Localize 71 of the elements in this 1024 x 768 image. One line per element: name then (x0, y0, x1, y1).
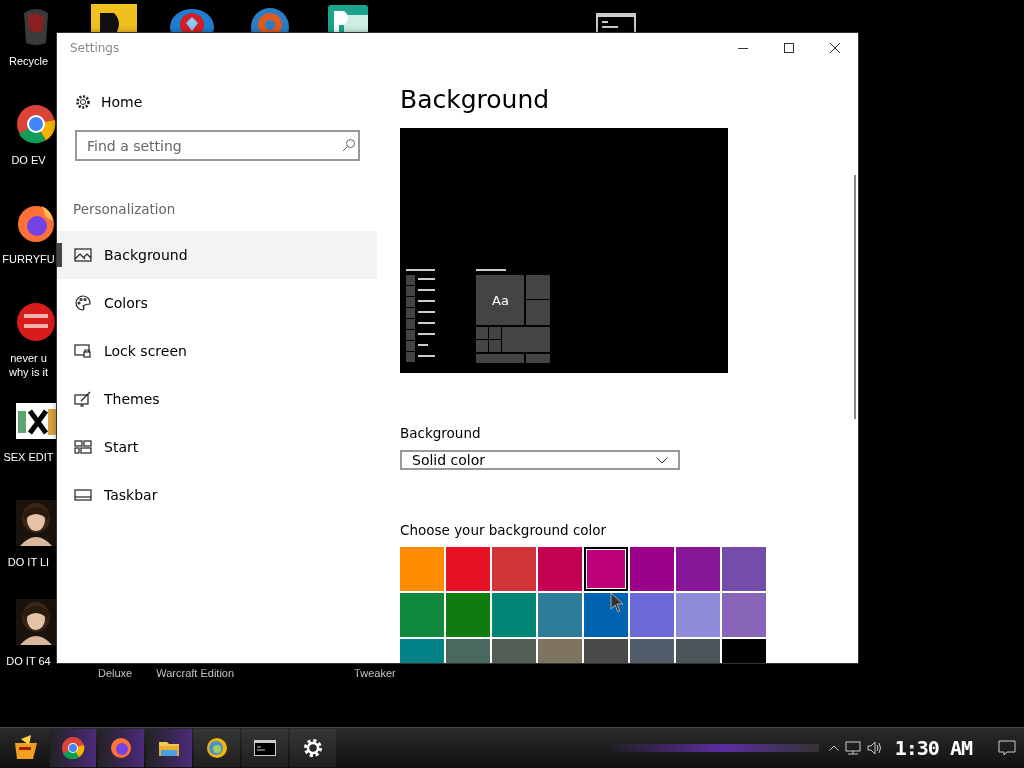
desktop-icon-label: Deluxe (98, 667, 133, 679)
window-title: Settings (70, 41, 121, 55)
selection-indicator (57, 243, 62, 267)
start-icon (74, 439, 92, 455)
desktop-icon-label: DO IT 64 (6, 654, 51, 668)
nav-item[interactable]: Lock screen (57, 327, 377, 375)
themes-icon (74, 391, 92, 407)
console-icon[interactable] (594, 13, 638, 33)
circle-logo-icon[interactable] (15, 302, 56, 342)
page-title: Background (400, 85, 551, 114)
edge-icon[interactable] (194, 729, 240, 767)
color-swatch[interactable] (584, 547, 628, 591)
nav-item[interactable]: Background (57, 231, 377, 279)
color-swatch[interactable] (446, 547, 490, 591)
color-swatch[interactable] (446, 593, 490, 637)
desktop-icon-label: DO IT LI (7, 555, 50, 569)
console-taskbar-icon[interactable] (242, 729, 288, 767)
lock-screen-icon (74, 343, 92, 359)
folder-icon[interactable] (146, 729, 192, 767)
network-icon[interactable] (844, 741, 861, 755)
chevron-icon (656, 456, 668, 464)
chrome-taskbar-icon[interactable] (50, 729, 96, 767)
color-swatch[interactable] (400, 547, 444, 591)
color-swatch[interactable] (676, 593, 720, 637)
palette-icon (74, 295, 92, 311)
color-swatch[interactable] (538, 593, 582, 637)
nav-item[interactable]: Themes (57, 375, 377, 423)
nav-item[interactable]: Colors (57, 279, 377, 327)
desktop-icon-label: DO EV (11, 153, 46, 167)
taskbar-icon (74, 487, 92, 503)
caret-icon[interactable] (828, 745, 839, 751)
desktop-icon-label: FURRYFU (2, 252, 55, 266)
color-swatch[interactable] (584, 593, 628, 637)
chrome-icon[interactable] (15, 104, 56, 144)
search-icon (342, 138, 356, 152)
hex-editor-icon[interactable] (15, 401, 56, 441)
pointer-icon (610, 592, 624, 614)
firefox-taskbar-icon[interactable] (98, 729, 144, 767)
settings-icon[interactable] (290, 729, 336, 767)
color-swatch[interactable] (538, 547, 582, 591)
color-swatch[interactable] (722, 547, 766, 591)
notification-icon[interactable] (998, 740, 1016, 756)
field-label: Background (400, 425, 482, 441)
clock[interactable]: 1:30 AM (894, 736, 972, 760)
home-link[interactable]: Home (75, 94, 143, 110)
nav-item[interactable]: Start (57, 423, 377, 471)
desktop-icon-label: Recycle (8, 54, 49, 68)
background-dropdown[interactable]: Solid color (400, 450, 680, 470)
maximize-icon (784, 43, 794, 53)
desktop-icon-label: Warcraft Edition (156, 667, 235, 679)
color-swatch[interactable] (492, 547, 536, 591)
color-swatch[interactable] (630, 547, 674, 591)
color-swatch[interactable] (630, 593, 674, 637)
desktop-icon-label: Tweaker (354, 667, 396, 679)
color-swatch[interactable] (722, 593, 766, 637)
volume-icon[interactable] (866, 741, 883, 755)
firefox-icon[interactable] (15, 203, 56, 243)
desktop-icon-label: never u why is it (8, 351, 49, 379)
search-field[interactable]: Find a setting (75, 130, 360, 161)
picture-icon (74, 247, 92, 263)
field-label: Choose your background color (400, 522, 608, 538)
color-swatch[interactable] (676, 547, 720, 591)
tile-text: Aa (492, 293, 509, 308)
close-icon (830, 43, 840, 53)
color-swatch[interactable] (400, 593, 444, 637)
app-icon[interactable] (90, 3, 138, 33)
section-heading: Personalization (73, 201, 177, 217)
settings-icon (75, 94, 91, 110)
desktop-icon-label: SEX EDIT (3, 450, 54, 464)
nav-item[interactable]: Taskbar (57, 471, 377, 519)
color-swatch[interactable] (492, 593, 536, 637)
